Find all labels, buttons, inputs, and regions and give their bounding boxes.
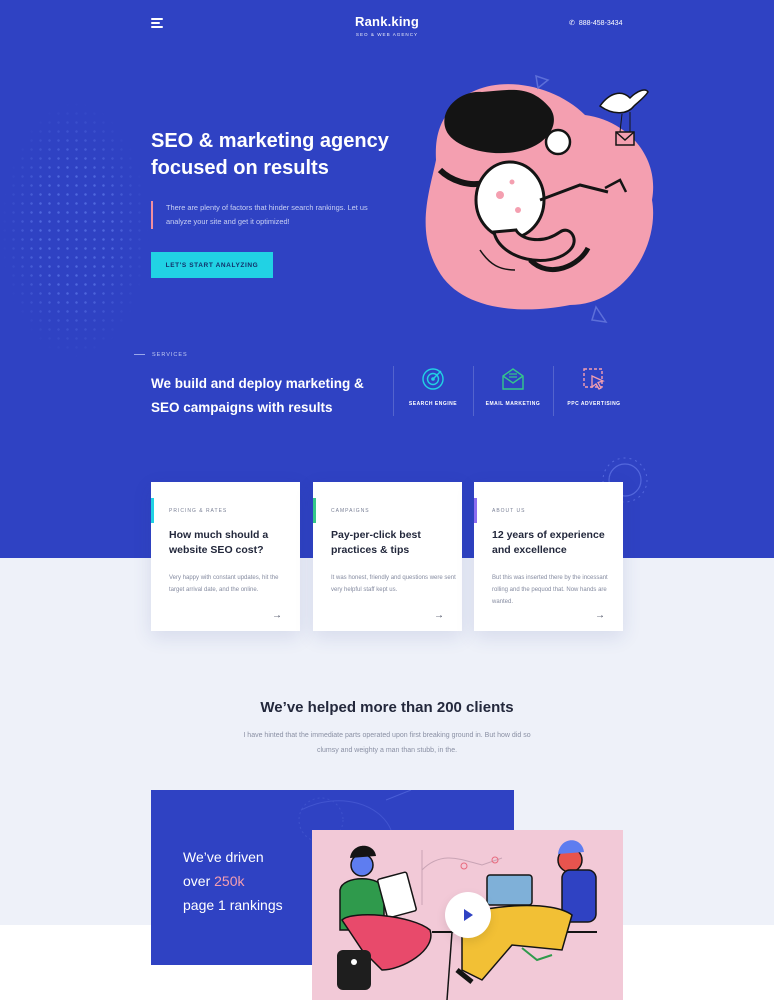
card-title: How much should a website SEO cost? bbox=[169, 529, 269, 556]
card-text: It was honest, friendly and questions we… bbox=[331, 575, 456, 593]
arrow-right-icon[interactable]: → bbox=[434, 610, 444, 621]
card-accent bbox=[151, 498, 154, 523]
service-email-marketing[interactable]: EMAIL MARKETING bbox=[473, 366, 553, 416]
clients-title: We’ve helped more than 200 clients bbox=[260, 699, 514, 716]
arrow-right-icon[interactable]: → bbox=[272, 610, 282, 621]
target-icon bbox=[422, 368, 444, 390]
card-title: Pay-per-click best practices & tips bbox=[331, 529, 421, 556]
services-label: SERVICES bbox=[152, 352, 188, 358]
card-pricing[interactable]: PRICING & RATES How much should a websit… bbox=[151, 482, 300, 631]
card-category: CAMPAIGNS bbox=[331, 508, 370, 514]
card-campaigns[interactable]: CAMPAIGNS Pay-per-click best practices &… bbox=[313, 482, 462, 631]
play-button[interactable] bbox=[445, 892, 491, 938]
stats-prefix: over bbox=[183, 873, 211, 889]
hero-description: There are plenty of factors that hinder … bbox=[151, 201, 391, 229]
envelope-icon bbox=[502, 368, 524, 390]
service-label: SEARCH ENGINE bbox=[408, 401, 458, 407]
hero-illustration bbox=[425, 74, 654, 323]
hero-title: SEO & marketing agency focused on result… bbox=[151, 130, 389, 179]
phone-link[interactable]: ✆ 888-458-3434 bbox=[569, 19, 623, 28]
service-label: PPC ADVERTISING bbox=[567, 401, 621, 407]
stats-line-2: over 250k bbox=[183, 869, 283, 893]
start-analyzing-button[interactable]: LET'S START ANALYZING bbox=[151, 252, 273, 278]
cursor-click-icon bbox=[583, 368, 605, 390]
card-text: But this was inserted there by the inces… bbox=[492, 575, 608, 605]
phone-number: 888-458-3434 bbox=[578, 19, 623, 27]
stats-line-3: page 1 rankings bbox=[183, 897, 283, 913]
logo-name: Rank.king bbox=[355, 14, 419, 29]
services-divider-line bbox=[134, 354, 145, 355]
stats-highlight: 250k bbox=[214, 873, 245, 889]
arrow-right-icon[interactable]: → bbox=[595, 610, 605, 621]
stats-text: We’ve driven over 250k page 1 rankings bbox=[183, 845, 283, 917]
services-heading: We build and deploy marketing & SEO camp… bbox=[151, 376, 364, 415]
stats-line-1: We’ve driven bbox=[183, 849, 264, 865]
decorative-dot-pattern bbox=[0, 100, 150, 360]
service-search-engine[interactable]: SEARCH ENGINE bbox=[393, 366, 473, 416]
logo-tagline: SEO & WEB AGENCY bbox=[355, 32, 419, 37]
clients-description: I have hinted that the immediate parts o… bbox=[243, 732, 531, 754]
card-title: 12 years of experience and excellence bbox=[492, 529, 605, 556]
card-about[interactable]: ABOUT US 12 years of experience and exce… bbox=[474, 482, 623, 631]
service-ppc-advertising[interactable]: PPC ADVERTISING bbox=[554, 366, 634, 416]
card-category: ABOUT US bbox=[492, 508, 526, 514]
logo[interactable]: Rank.king SEO & WEB AGENCY bbox=[330, 14, 444, 37]
service-label: EMAIL MARKETING bbox=[485, 401, 541, 407]
hamburger-icon[interactable] bbox=[151, 18, 163, 28]
card-text: Very happy with constant updates, hit th… bbox=[169, 575, 279, 593]
card-category: PRICING & RATES bbox=[169, 508, 228, 514]
card-accent bbox=[313, 498, 316, 523]
phone-icon: ✆ bbox=[569, 20, 575, 27]
play-icon bbox=[464, 909, 473, 921]
card-accent bbox=[474, 498, 477, 523]
